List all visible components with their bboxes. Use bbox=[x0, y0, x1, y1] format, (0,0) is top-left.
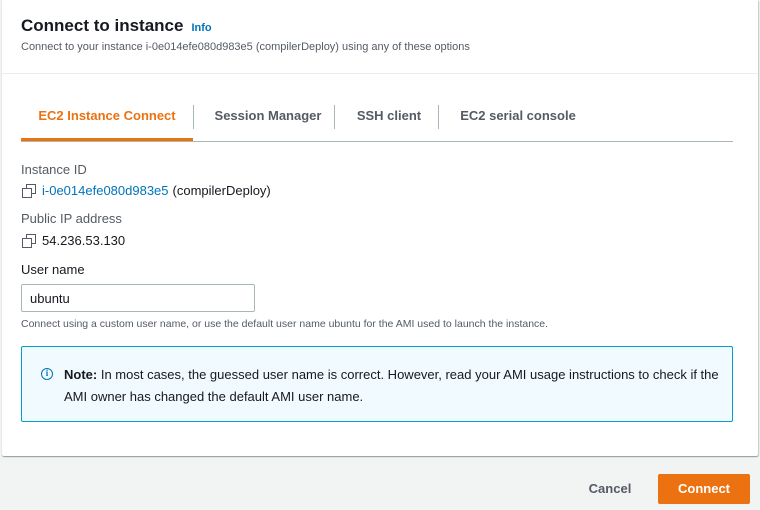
note-prefix: Note: bbox=[64, 367, 98, 382]
info-link[interactable]: Info bbox=[191, 22, 211, 34]
user-name-input[interactable] bbox=[21, 284, 255, 312]
note-body: In most cases, the guessed user name is … bbox=[64, 367, 719, 404]
cancel-button[interactable]: Cancel bbox=[585, 474, 635, 504]
note-alert: i Note: In most cases, the guessed user … bbox=[21, 346, 733, 422]
tab-ec2-serial-console[interactable]: EC2 serial console bbox=[448, 96, 588, 140]
public-ip-label: Public IP address bbox=[21, 211, 122, 226]
tab-separator bbox=[193, 105, 194, 129]
copy-icon[interactable] bbox=[22, 233, 36, 248]
info-icon: i bbox=[41, 368, 53, 380]
tab-separator bbox=[438, 105, 439, 129]
panel-header: Connect to instance Info Connect to your… bbox=[2, 0, 758, 74]
public-ip-row: 54.236.53.130 bbox=[22, 233, 125, 248]
instance-id-link[interactable]: i-0e014efe080d983e5 bbox=[42, 183, 169, 198]
page-title: Connect to instance bbox=[21, 16, 184, 35]
tab-ssh-client[interactable]: SSH client bbox=[344, 96, 434, 140]
tab-ec2-instance-connect[interactable]: EC2 Instance Connect bbox=[21, 96, 193, 141]
connect-button[interactable]: Connect bbox=[658, 474, 750, 504]
public-ip-value: 54.236.53.130 bbox=[42, 233, 126, 248]
page-subtitle: Connect to your instance i-0e014efe080d9… bbox=[21, 41, 470, 53]
tab-session-manager[interactable]: Session Manager bbox=[203, 96, 333, 140]
instance-name: (compilerDeploy) bbox=[172, 183, 271, 198]
title-row: Connect to instance Info bbox=[21, 16, 212, 36]
instance-id-label: Instance ID bbox=[21, 162, 87, 177]
instance-id-row: i-0e014efe080d983e5 (compilerDeploy) bbox=[22, 183, 271, 198]
user-name-hint: Connect using a custom user name, or use… bbox=[21, 318, 549, 330]
tab-separator bbox=[334, 105, 335, 129]
connect-panel: Connect to instance Info Connect to your… bbox=[2, 0, 758, 456]
copy-icon[interactable] bbox=[22, 183, 36, 198]
user-name-label: User name bbox=[21, 262, 85, 277]
connection-tabs: EC2 Instance Connect Session Manager SSH… bbox=[21, 96, 733, 142]
note-text: Note: In most cases, the guessed user na… bbox=[64, 364, 724, 408]
